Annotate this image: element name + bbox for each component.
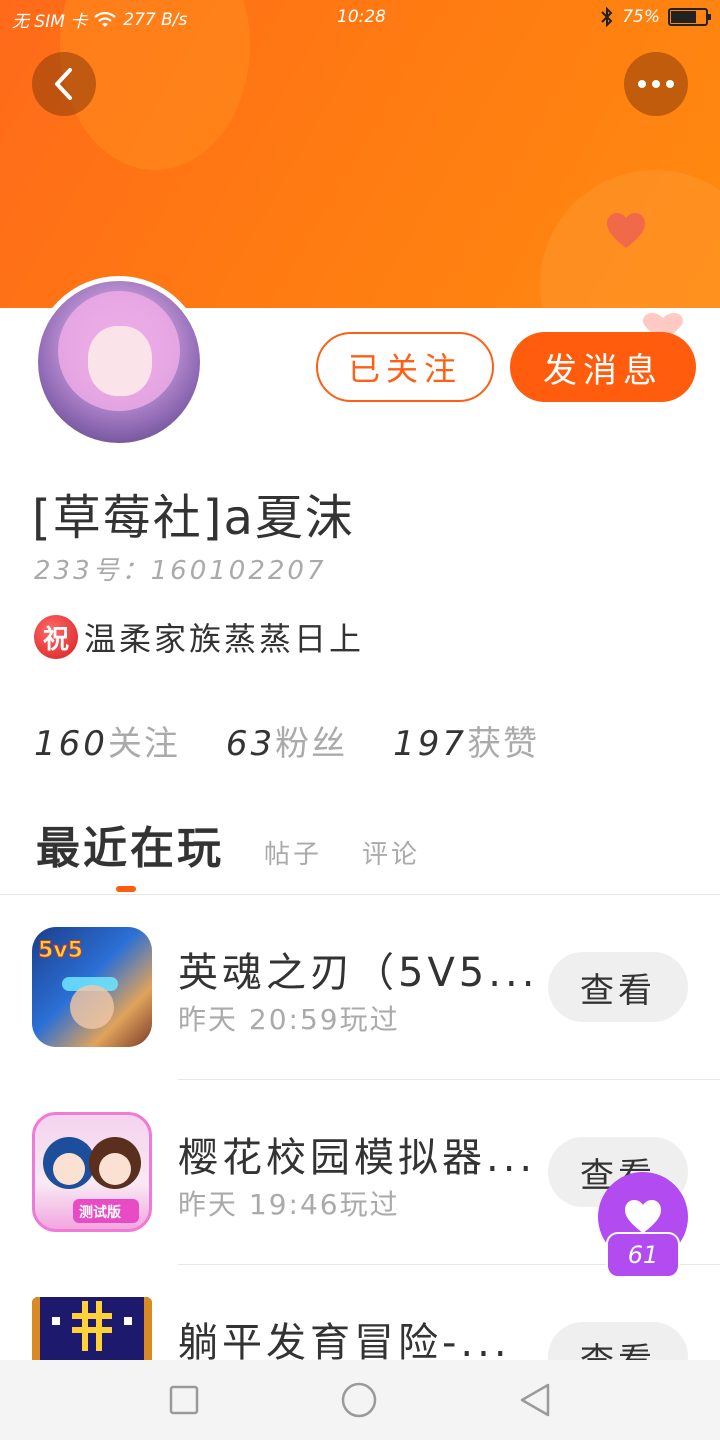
stat-label: 关注: [107, 724, 180, 764]
game-icon-tangping: [32, 1297, 152, 1360]
svg-text:5v5: 5v5: [38, 938, 83, 963]
network-speed: 277 B/s: [123, 9, 188, 30]
like-count-badge: 61: [606, 1232, 680, 1278]
more-dots-icon: [638, 80, 674, 88]
heart-icon: [625, 1200, 661, 1233]
game-title: 英魂之刃（5V5...: [178, 950, 539, 996]
back-button[interactable]: [32, 52, 96, 116]
send-message-button[interactable]: 发消息: [510, 332, 696, 402]
stat-fans[interactable]: 63粉丝: [226, 716, 347, 765]
stat-label: 获赞: [467, 724, 540, 764]
back-arrow-icon: [55, 68, 72, 100]
game-title: 躺平发育冒险-...: [178, 1320, 511, 1360]
stat-following[interactable]: 160关注: [34, 716, 180, 765]
stat-number: 160: [34, 724, 108, 764]
view-button[interactable]: 查看: [548, 952, 688, 1022]
battery-percent: 75%: [622, 7, 660, 27]
battery-fill: [671, 11, 696, 23]
username: [草莓社]a夏沫: [32, 490, 355, 546]
stat-likes[interactable]: 197获赞: [393, 716, 539, 765]
divider: [0, 894, 720, 895]
divider: [178, 1079, 720, 1080]
stats-row: 160关注 63粉丝 197获赞: [34, 716, 539, 765]
game-played-time: 昨天 19:46玩过: [178, 1188, 400, 1221]
wifi-icon: [94, 11, 116, 27]
avatar[interactable]: [33, 276, 205, 448]
avatar-image: [38, 281, 200, 443]
back-icon[interactable]: [518, 1382, 552, 1418]
home-icon[interactable]: [340, 1381, 378, 1419]
user-id: 233号：160102207: [34, 556, 327, 586]
status-bar: 无 SIM 卡 277 B/s 10:28 75%: [0, 0, 720, 34]
tab-bar: 最近在玩 帖子 评论: [36, 812, 420, 876]
list-item[interactable]: 躺平发育冒险-... 查看: [0, 1270, 720, 1360]
game-icon-sakura-school: 测试版: [32, 1112, 152, 1232]
tab-recently-played[interactable]: 最近在玩: [36, 812, 224, 876]
bluetooth-icon: [601, 7, 613, 27]
stat-number: 63: [225, 724, 276, 764]
tab-posts[interactable]: 帖子: [264, 834, 322, 871]
carrier-text: 无 SIM 卡: [12, 12, 88, 32]
recent-apps-icon[interactable]: [168, 1384, 200, 1416]
system-nav-bar: [0, 1360, 720, 1440]
list-item[interactable]: 5v5 英魂之刃（5V5... 昨天 20:59玩过 查看: [0, 900, 720, 1085]
view-button[interactable]: 查看: [548, 1322, 688, 1360]
stat-number: 197: [393, 724, 468, 764]
heart-decoration-icon: [607, 213, 645, 248]
more-options-button[interactable]: [624, 52, 688, 116]
battery-icon: [668, 8, 711, 26]
family-text: 温柔家族蒸蒸日上: [84, 620, 365, 658]
clock: 10:28: [337, 7, 386, 27]
game-played-time: 昨天 20:59玩过: [178, 1003, 400, 1036]
game-title: 樱花校园模拟器...: [178, 1135, 537, 1181]
stat-label: 粉丝: [275, 724, 348, 764]
profile-banner: 无 SIM 卡 277 B/s 10:28 75%: [0, 0, 720, 308]
svg-text:测试版: 测试版: [79, 1204, 121, 1221]
family-info[interactable]: 祝 温柔家族蒸蒸日上: [34, 614, 364, 660]
game-icon-yinghun: 5v5: [32, 927, 152, 1047]
tab-comments[interactable]: 评论: [362, 834, 420, 871]
tab-indicator: [116, 886, 136, 892]
followed-button[interactable]: 已关注: [316, 332, 494, 402]
family-badge-icon: 祝: [34, 615, 78, 659]
